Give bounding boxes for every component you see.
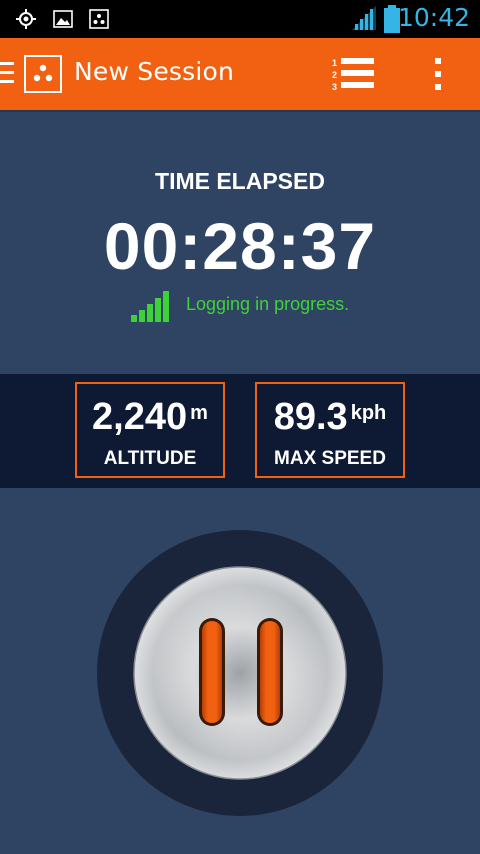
numbered-list-icon[interactable]: 1 2 3 xyxy=(328,54,378,94)
altitude-stat: 2,240 m ALTITUDE xyxy=(75,382,225,478)
max-speed-label: MAX SPEED xyxy=(274,448,386,469)
pause-button[interactable] xyxy=(133,566,347,780)
max-speed-value-row: 89.3 kph xyxy=(257,396,403,439)
overflow-menu-icon[interactable] xyxy=(426,54,450,94)
time-elapsed-value: 00:28:37 xyxy=(103,209,377,283)
status-bar: 10:42 xyxy=(0,0,480,38)
logging-status: Logging in progress. xyxy=(186,294,350,314)
max-speed-unit: kph xyxy=(350,402,387,424)
stats-band: 2,240 m ALTITUDE 89.3 kph MAX SPEED xyxy=(0,374,480,488)
list-number-2: 2 xyxy=(332,70,337,80)
app-icon xyxy=(89,9,109,29)
altitude-unit: m xyxy=(190,402,208,424)
wifi-icon xyxy=(352,6,376,30)
image-icon xyxy=(53,10,73,28)
logging-signal-icon xyxy=(131,291,169,322)
status-clock: 10:42 xyxy=(397,3,470,32)
drawer-icon[interactable] xyxy=(0,62,14,84)
list-number-3: 3 xyxy=(332,82,337,92)
altitude-value: 2,240 xyxy=(92,396,188,438)
max-speed-value: 89.3 xyxy=(273,396,348,438)
page-title: New Session xyxy=(74,57,235,86)
app-bar: New Session 1 2 3 xyxy=(0,38,480,110)
pause-button-container xyxy=(97,530,383,816)
altitude-label: ALTITUDE xyxy=(103,448,197,469)
time-elapsed-label: TIME ELAPSED xyxy=(155,168,325,194)
gps-icon xyxy=(16,9,36,29)
list-number-1: 1 xyxy=(332,58,337,68)
max-speed-stat: 89.3 kph MAX SPEED xyxy=(255,382,405,478)
app-logo-icon[interactable] xyxy=(24,55,62,93)
altitude-value-row: 2,240 m xyxy=(77,396,223,439)
